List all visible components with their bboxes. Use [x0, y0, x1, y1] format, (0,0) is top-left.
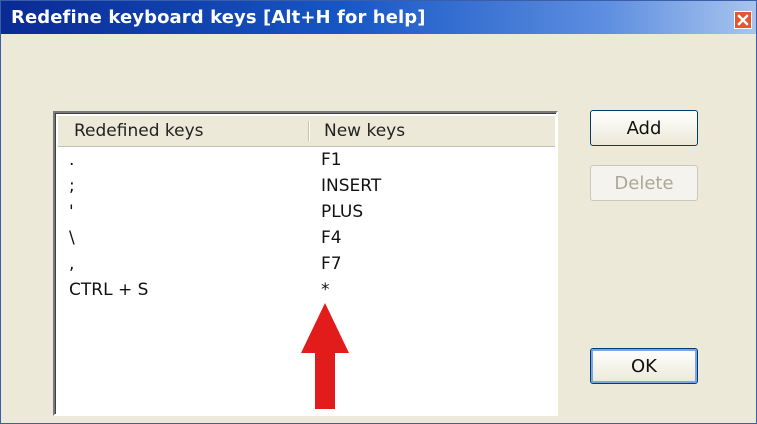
- close-button[interactable]: [734, 11, 752, 29]
- new-key-cell: F1: [321, 150, 342, 170]
- title-bar[interactable]: Redefine keyboard keys [Alt+H for help]: [1, 1, 756, 34]
- redefined-key-cell: .: [69, 150, 75, 170]
- redefined-key-cell: \: [69, 228, 75, 248]
- add-button[interactable]: Add: [590, 110, 698, 146]
- ok-button[interactable]: OK: [590, 348, 698, 384]
- new-key-cell: F7: [321, 254, 342, 274]
- red-arrow-icon: [301, 303, 349, 409]
- redefined-key-cell: ;: [69, 176, 75, 196]
- new-key-cell: F4: [321, 228, 342, 248]
- redefine-keys-dialog: Redefine keyboard keys [Alt+H for help] …: [0, 0, 757, 424]
- new-key-cell: INSERT: [321, 176, 382, 196]
- list-header: Redefined keys New keys: [58, 116, 555, 147]
- new-key-cell: *: [321, 280, 330, 300]
- dialog-title: Redefine keyboard keys [Alt+H for help]: [11, 7, 426, 28]
- column-divider[interactable]: [308, 121, 310, 141]
- column-header-redefined-keys[interactable]: Redefined keys: [74, 121, 204, 141]
- redefined-key-cell: ': [69, 202, 74, 222]
- column-header-new-keys[interactable]: New keys: [324, 121, 405, 141]
- delete-button[interactable]: Delete: [590, 165, 698, 201]
- redefined-key-cell: CTRL + S: [69, 280, 149, 300]
- new-key-cell: PLUS: [321, 202, 364, 222]
- close-icon: [737, 14, 749, 26]
- redefined-key-cell: ,: [69, 254, 75, 274]
